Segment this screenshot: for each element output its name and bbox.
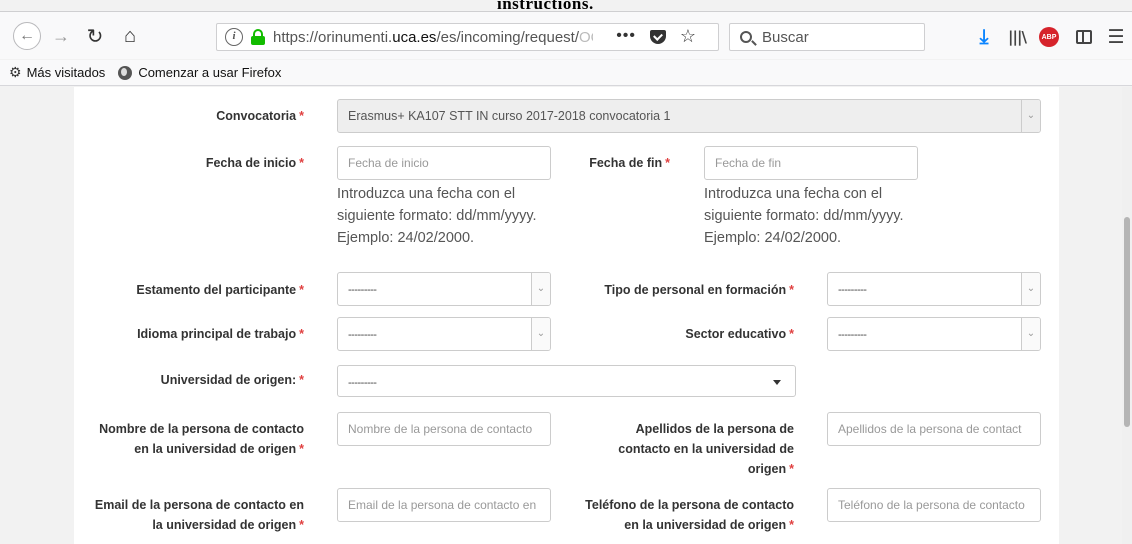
caret-down-icon <box>773 380 781 385</box>
hamburger-menu-icon[interactable]: ☰ <box>1105 26 1127 48</box>
bookmarks-toolbar: ⚙ Más visitados Comenzar a usar Firefox <box>0 60 1132 86</box>
fecha-fin-help: Introduzca una fecha con el siguiente fo… <box>704 186 904 246</box>
sidebar-icon[interactable] <box>1073 26 1095 48</box>
convocatoria-select[interactable]: Erasmus+ KA107 STT IN curso 2017-2018 co… <box>337 99 1041 133</box>
email-contacto-input[interactable]: Email de la persona de contacto en <box>337 488 551 522</box>
reload-icon[interactable]: ↻ <box>83 24 107 48</box>
scrollbar-thumb[interactable] <box>1124 217 1130 427</box>
universidad-value: --------- <box>348 377 377 389</box>
tipo-personal-value: --------- <box>838 284 867 296</box>
forward-arrow-icon[interactable]: → <box>49 24 73 48</box>
fecha-fin-label: Fecha de fin * <box>589 156 670 170</box>
library-icon[interactable]: |||\ <box>1006 26 1028 48</box>
url-bar[interactable]: i https://orinumenti.uca.es/es/incoming/… <box>216 23 719 51</box>
apellidos-contacto-input[interactable]: Apellidos de la persona de contact <box>827 412 1041 446</box>
estamento-select[interactable]: --------- ⌄ <box>337 272 551 306</box>
adblock-label: ABP <box>1041 33 1057 41</box>
tipo-personal-select[interactable]: --------- ⌄ <box>827 272 1041 306</box>
info-icon[interactable]: i <box>225 28 243 46</box>
home-icon[interactable]: ⌂ <box>118 24 142 48</box>
download-icon[interactable]: ⤓ <box>973 26 995 48</box>
bookmark-label: Comenzar a usar Firefox <box>138 65 282 80</box>
fecha-inicio-help: Introduzca una fecha con el siguiente fo… <box>337 186 537 246</box>
convocatoria-label: Convocatoria * <box>216 109 304 123</box>
page-actions-icon[interactable]: ••• <box>616 27 636 45</box>
sector-label: Sector educativo * <box>685 327 794 341</box>
sector-select[interactable]: --------- ⌄ <box>827 317 1041 351</box>
fecha-fin-input[interactable]: Fecha de fin <box>704 146 918 180</box>
telefono-contacto-input[interactable]: Teléfono de la persona de contacto <box>827 488 1041 522</box>
chevron-down-icon: ⌄ <box>1021 273 1040 305</box>
idioma-label: Idioma principal de trabajo * <box>137 327 304 341</box>
tipo-personal-label: Tipo de personal en formación * <box>604 283 794 297</box>
chevron-down-icon: ⌄ <box>1021 318 1040 350</box>
convocatoria-value: Erasmus+ KA107 STT IN curso 2017-2018 co… <box>348 109 671 123</box>
fecha-inicio-label: Fecha de inicio * <box>205 156 304 170</box>
chevron-down-icon: ⌄ <box>1021 100 1040 132</box>
universidad-select[interactable]: --------- <box>337 365 796 397</box>
page-scrollbar[interactable] <box>1122 87 1132 544</box>
url-text[interactable]: https://orinumenti.uca.es/es/incoming/re… <box>273 29 593 46</box>
nombre-contacto-input[interactable]: Nombre de la persona de contacto <box>337 412 551 446</box>
page-viewport: Convocatoria * Erasmus+ KA107 STT IN curs… <box>0 87 1132 544</box>
idioma-select[interactable]: --------- ⌄ <box>337 317 551 351</box>
back-arrow-icon[interactable]: ← <box>13 22 41 50</box>
bookmark-comenzar-firefox[interactable]: Comenzar a usar Firefox <box>118 65 281 80</box>
sector-value: --------- <box>838 329 867 341</box>
search-placeholder: Buscar <box>762 28 809 46</box>
idioma-value: --------- <box>348 329 377 341</box>
gear-icon: ⚙ <box>9 64 22 80</box>
adblock-icon[interactable]: ABP <box>1039 27 1059 47</box>
lock-icon[interactable] <box>251 29 265 45</box>
search-icon <box>740 31 752 43</box>
telefono-contacto-label: Teléfono de la persona de contacto en la… <box>585 498 794 532</box>
universidad-label: Universidad de origen: * <box>160 373 304 387</box>
apellidos-contacto-label: Apellidos de la persona de contacto en l… <box>618 422 794 476</box>
bookmark-label: Más visitados <box>26 65 106 80</box>
search-input[interactable]: Buscar <box>729 23 925 51</box>
estamento-value: --------- <box>348 284 377 296</box>
estamento-label: Estamento del participante * <box>136 283 304 297</box>
nombre-contacto-label: Nombre de la persona de contacto en la u… <box>99 422 304 456</box>
email-contacto-label: Email de la persona de contacto en la un… <box>94 498 304 532</box>
globe-icon <box>118 65 133 80</box>
pocket-icon[interactable] <box>650 30 666 44</box>
form-card: Convocatoria * Erasmus+ KA107 STT IN curs… <box>74 87 1059 544</box>
bookmark-mas-visitados[interactable]: ⚙ Más visitados <box>9 64 105 81</box>
bookmark-star-icon[interactable]: ☆ <box>680 26 696 47</box>
